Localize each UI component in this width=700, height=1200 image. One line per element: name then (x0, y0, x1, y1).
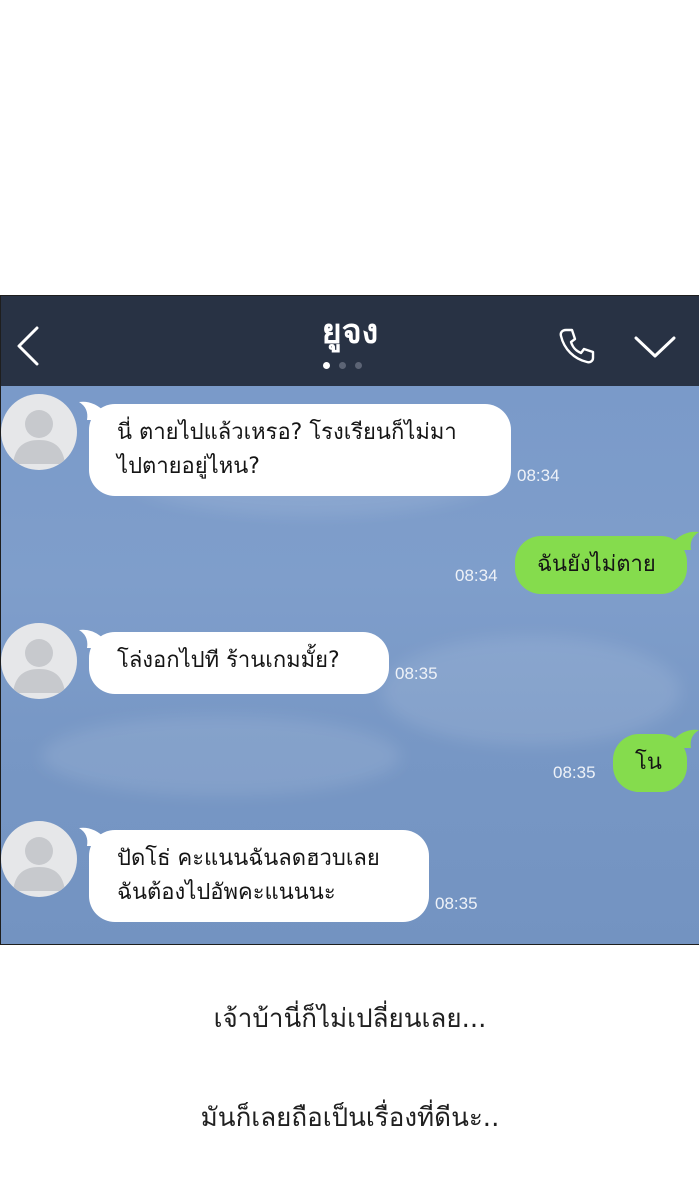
message-time: 08:35 (395, 664, 438, 683)
message-time: 08:34 (517, 466, 560, 485)
narration-caption: เจ้าบ้านี่ก็ไม่เปลี่ยนเลย... (213, 1004, 487, 1034)
page-dot-active (323, 362, 330, 369)
chevron-down-icon[interactable] (633, 334, 677, 360)
message-time: 08:34 (455, 566, 498, 585)
sky-cloud (381, 636, 681, 746)
chat-header: ยูจง (1, 296, 699, 386)
message-line: ฉันยังไม่ตาย (537, 552, 656, 577)
bubble-tail (673, 729, 699, 748)
message-line: โล่งอกไปที ร้านเกมมั้ย? (117, 648, 340, 673)
message-time: 08:35 (435, 894, 478, 913)
message-line: ฉันต้องไปอัพคะแนนนะ (117, 880, 336, 905)
contact-avatar[interactable] (1, 394, 77, 470)
message-bubble-incoming[interactable]: นี่ ตายไปแล้วเหรอ? โรงเรียนก็ไม่มา ไปตาย… (89, 404, 511, 496)
bubble-tail (673, 531, 699, 550)
message-time: 08:35 (553, 763, 596, 782)
message-bubble-outgoing[interactable]: ฉันยังไม่ตาย (515, 536, 687, 594)
message-line: นี่ ตายไปแล้วเหรอ? โรงเรียนก็ไม่มา (117, 420, 457, 445)
narration-caption: มันก็เลยถือเป็นเรื่องที่ดีนะ.. (200, 1103, 500, 1133)
message-bubble-incoming[interactable]: โล่งอกไปที ร้านเกมมั้ย? (89, 632, 389, 694)
phone-call-icon[interactable] (557, 326, 597, 366)
message-list[interactable]: นี่ ตายไปแล้วเหรอ? โรงเรียนก็ไม่มา ไปตาย… (1, 386, 699, 944)
message-line: โน (635, 750, 662, 775)
sky-cloud (41, 716, 401, 796)
message-line: ไปตายอยู่ไหน? (117, 454, 260, 479)
contact-avatar[interactable] (1, 623, 77, 699)
chat-screen: ยูจง นี่ ตายไปแล้วเหรอ? โรงเรียนก็ไม่มา (0, 295, 699, 945)
contact-avatar[interactable] (1, 821, 77, 897)
page-dot (355, 362, 362, 369)
message-bubble-incoming[interactable]: ปัดโธ่ คะแนนฉันลดฮวบเลย ฉันต้องไปอัพคะแน… (89, 830, 429, 922)
page-indicator (323, 362, 362, 369)
message-line: ปัดโธ่ คะแนนฉันลดฮวบเลย (117, 846, 380, 871)
page-dot (339, 362, 346, 369)
